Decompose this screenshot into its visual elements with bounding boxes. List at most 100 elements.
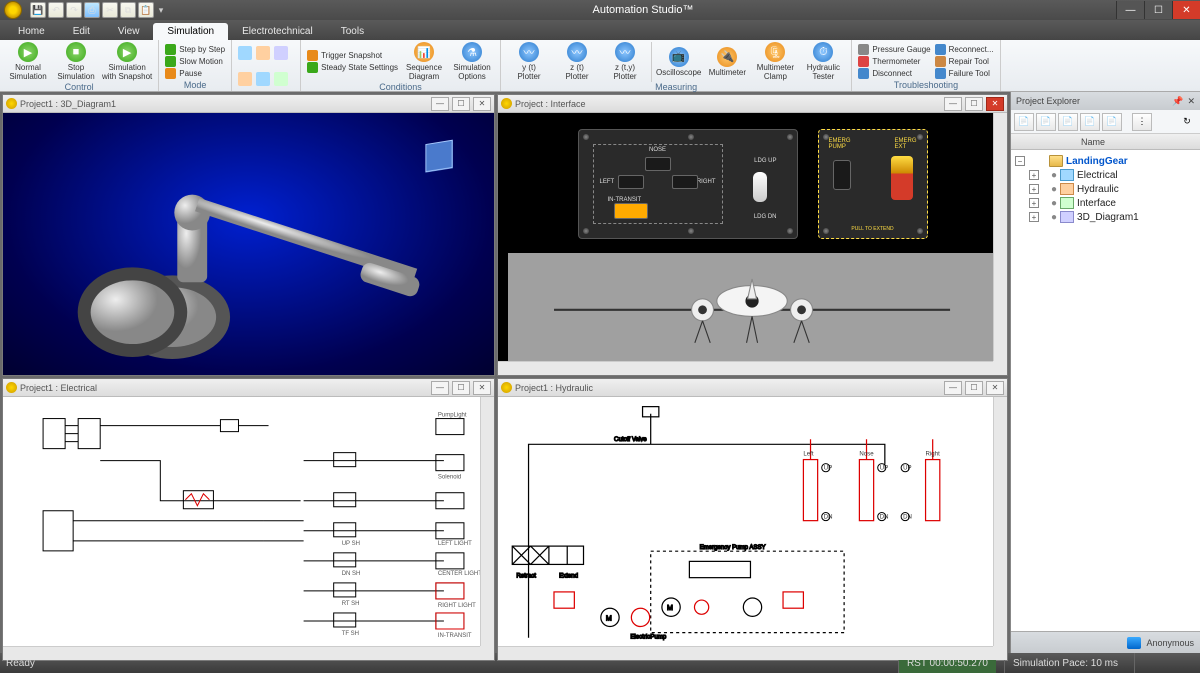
panel-hydraulic-titlebar[interactable]: Project1 : Hydraulic — ☐ ✕ xyxy=(498,379,1007,397)
panel-3d-titlebar[interactable]: Project1 : 3D_Diagram1 — ☐ ✕ xyxy=(3,95,494,113)
electrical-schematic[interactable]: PumpLight Solenoid UP SH DN SH RT SH TF … xyxy=(3,397,494,660)
interface-canvas[interactable]: NOSE LEFT RIGHT IN-TRANSIT LDG UP LDG DN xyxy=(498,113,1007,375)
exp-btn-1[interactable]: 📄 xyxy=(1014,113,1034,131)
snapshot-icon-3[interactable] xyxy=(274,46,288,60)
viewport-3d[interactable] xyxy=(3,113,494,375)
yt-plotter-button[interactable]: 〰y (t) Plotter xyxy=(507,42,551,82)
tree-item-interface[interactable]: + ● Interface xyxy=(1015,196,1196,210)
hydraulic-tester-button[interactable]: ⏱Hydraulic Tester xyxy=(801,42,845,82)
expand-icon[interactable]: + xyxy=(1029,170,1039,180)
panel-min-button[interactable]: — xyxy=(944,381,962,395)
slow-motion-button[interactable]: Slow Motion xyxy=(165,56,225,67)
trigger-snapshot-button[interactable]: Trigger Snapshot xyxy=(307,50,398,61)
panel-close-button[interactable]: ✕ xyxy=(986,97,1004,111)
exp-btn-3[interactable]: 📄 xyxy=(1058,113,1078,131)
scrollbar-v[interactable] xyxy=(993,397,1007,646)
zty-plotter-button[interactable]: 〰z (t,y) Plotter xyxy=(603,42,647,82)
snapshot-icon-4[interactable] xyxy=(238,72,252,86)
panel-close-button[interactable]: ✕ xyxy=(473,381,491,395)
diagram3d-icon xyxy=(1060,211,1074,223)
exp-btn-5[interactable]: 📄 xyxy=(1102,113,1122,131)
panel-max-button[interactable]: ☐ xyxy=(965,97,983,111)
oscilloscope-button[interactable]: 📺Oscilloscope xyxy=(656,47,701,78)
pause-button[interactable]: Pause xyxy=(165,68,225,79)
exp-btn-2[interactable]: 📄 xyxy=(1036,113,1056,131)
repair-tool-button[interactable]: Repair Tool xyxy=(935,56,994,67)
qat-dropdown-icon[interactable]: ▾ xyxy=(156,2,166,18)
tree-item-3d[interactable]: + ● 3D_Diagram1 xyxy=(1015,210,1196,224)
tab-edit[interactable]: Edit xyxy=(59,23,104,40)
panel-min-button[interactable]: — xyxy=(431,381,449,395)
multimeter-clamp-button[interactable]: 🗜Multimeter Clamp xyxy=(753,42,797,82)
panel-max-button[interactable]: ☐ xyxy=(452,381,470,395)
exp-btn-refresh[interactable]: ↻ xyxy=(1177,113,1197,131)
expand-icon[interactable]: + xyxy=(1029,184,1039,194)
scrollbar-v[interactable] xyxy=(993,113,1007,361)
tab-view[interactable]: View xyxy=(104,23,154,40)
tab-home[interactable]: Home xyxy=(4,23,59,40)
panel-max-button[interactable]: ☐ xyxy=(965,381,983,395)
explorer-columns[interactable]: Name xyxy=(1011,134,1200,150)
exp-btn-6[interactable]: ⋮ xyxy=(1132,113,1152,131)
exp-btn-4[interactable]: 📄 xyxy=(1080,113,1100,131)
expand-icon[interactable]: + xyxy=(1029,198,1039,208)
qat-cut-icon[interactable]: ✂ xyxy=(102,2,118,18)
steady-state-button[interactable]: Steady State Settings xyxy=(307,62,398,73)
tab-electrotechnical[interactable]: Electrotechnical xyxy=(228,23,327,40)
hydraulic-schematic[interactable]: Cutoff Valve Retract Extend Emergency Pu… xyxy=(498,397,1007,660)
snapshot-icon-1[interactable] xyxy=(238,46,252,60)
panel-close-button[interactable]: ✕ xyxy=(473,97,491,111)
qat-paste-icon[interactable]: 📋 xyxy=(138,2,154,18)
pin-icon[interactable]: 📌 xyxy=(1172,96,1183,107)
qat-redo-icon[interactable]: ↷ xyxy=(66,2,82,18)
step-by-step-button[interactable]: Step by Step xyxy=(165,44,225,55)
scrollbar-v[interactable] xyxy=(480,397,494,646)
emerg-ext-handle[interactable] xyxy=(891,156,913,200)
qat-copy-icon[interactable]: ⧉ xyxy=(120,2,136,18)
simulation-options-button[interactable]: ⚗Simulation Options xyxy=(450,42,494,82)
sequence-diagram-button[interactable]: 📊Sequence Diagram xyxy=(402,42,446,82)
minimize-button[interactable]: — xyxy=(1116,1,1144,19)
emerg-pump-switch[interactable] xyxy=(833,160,851,190)
scrollbar-h[interactable] xyxy=(498,361,993,375)
stop-simulation-button[interactable]: ■ Stop Simulation xyxy=(54,42,98,82)
tree-item-electrical[interactable]: + ● Electrical xyxy=(1015,168,1196,182)
panel-min-button[interactable]: — xyxy=(944,97,962,111)
pressure-gauge-button[interactable]: Pressure Gauge xyxy=(858,44,930,55)
view-cube-gizmo[interactable] xyxy=(425,140,452,173)
project-tree[interactable]: − LandingGear + ● Electrical + ● Hydraul… xyxy=(1011,150,1200,631)
qat-undo-icon[interactable]: ↶ xyxy=(48,2,64,18)
gear-lever[interactable] xyxy=(753,172,767,202)
tab-simulation[interactable]: Simulation xyxy=(153,23,228,40)
scrollbar-h[interactable] xyxy=(3,646,480,660)
tab-tools[interactable]: Tools xyxy=(327,23,378,40)
svg-text:M: M xyxy=(667,604,673,612)
tree-root[interactable]: − LandingGear xyxy=(1015,154,1196,168)
snapshot-icon-6[interactable] xyxy=(274,72,288,86)
normal-simulation-button[interactable]: ▶ Normal Simulation xyxy=(6,42,50,82)
qat-save-icon[interactable]: 💾 xyxy=(30,2,46,18)
tree-item-hydraulic[interactable]: + ● Hydraulic xyxy=(1015,182,1196,196)
explorer-header[interactable]: Project Explorer 📌 ✕ xyxy=(1011,92,1200,110)
snapshot-icon-5[interactable] xyxy=(256,72,270,86)
panel-close-button[interactable]: ✕ xyxy=(986,381,1004,395)
expand-icon[interactable]: + xyxy=(1029,212,1039,222)
thermometer-button[interactable]: Thermometer xyxy=(858,56,930,67)
snapshot-icon-2[interactable] xyxy=(256,46,270,60)
expand-icon[interactable]: − xyxy=(1015,156,1025,166)
qat-print-icon[interactable]: ⎙ xyxy=(84,2,100,18)
scrollbar-h[interactable] xyxy=(498,646,993,660)
zt-plotter-button[interactable]: 〰z (t) Plotter xyxy=(555,42,599,82)
reconnect-button[interactable]: Reconnect... xyxy=(935,44,994,55)
simulation-snapshot-button[interactable]: ▶ Simulation with Snapshot xyxy=(102,42,152,82)
panel-min-button[interactable]: — xyxy=(431,97,449,111)
panel-max-button[interactable]: ☐ xyxy=(452,97,470,111)
disconnect-button[interactable]: Disconnect xyxy=(858,68,930,79)
multimeter-button[interactable]: 🔌Multimeter xyxy=(705,47,749,78)
panel-electrical-titlebar[interactable]: Project1 : Electrical — ☐ ✕ xyxy=(3,379,494,397)
close-button[interactable]: ✕ xyxy=(1172,1,1200,19)
explorer-close-icon[interactable]: ✕ xyxy=(1187,96,1195,107)
failure-tool-button[interactable]: Failure Tool xyxy=(935,68,994,79)
maximize-button[interactable]: ☐ xyxy=(1144,1,1172,19)
panel-interface-titlebar[interactable]: Project : Interface — ☐ ✕ xyxy=(498,95,1007,113)
